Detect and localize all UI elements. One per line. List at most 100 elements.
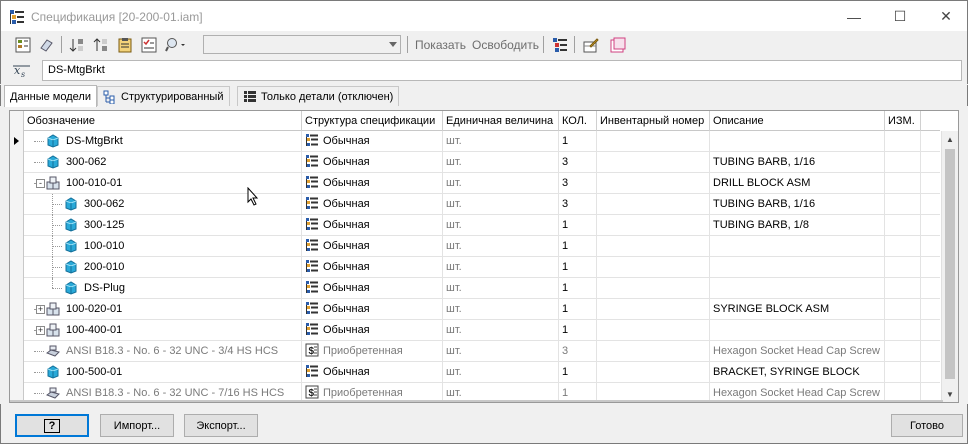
row-selector[interactable]	[10, 152, 24, 173]
unit-quantity-cell[interactable]: шт.	[443, 215, 559, 236]
description-cell[interactable]: Hexagon Socket Head Cap Screw	[710, 341, 885, 362]
vertical-scrollbar[interactable]: ▲ ▼	[941, 131, 958, 402]
bom-structure-cell[interactable]: Обычная	[302, 152, 443, 173]
description-cell[interactable]: DRILL BLOCK ASM	[710, 173, 885, 194]
column-header-description[interactable]: Описание	[710, 111, 885, 131]
description-cell[interactable]: TUBING BARB, 1/16	[710, 194, 885, 215]
bom-structure-cell[interactable]: Обычная	[302, 236, 443, 257]
part-number-cell[interactable]: 200-010	[24, 257, 302, 278]
qty-cell[interactable]: 1	[559, 362, 597, 383]
unit-quantity-cell[interactable]: шт.	[443, 173, 559, 194]
stock-number-cell[interactable]	[597, 257, 710, 278]
tab-structured[interactable]: Структурированный	[97, 86, 230, 106]
row-selector[interactable]	[10, 215, 24, 236]
table-row[interactable]: ANSI B18.3 - No. 6 - 32 UNC - 3/4 HS HCS…	[10, 341, 940, 362]
description-cell[interactable]	[710, 257, 885, 278]
release-button[interactable]: Освободить	[472, 38, 539, 52]
sort-descending-button[interactable]	[90, 34, 111, 55]
collapse-icon[interactable]: -	[36, 179, 45, 188]
export-table-button[interactable]	[549, 34, 570, 55]
stock-number-cell[interactable]	[597, 320, 710, 341]
revision-cell[interactable]	[885, 257, 921, 278]
sort-ascending-button[interactable]	[66, 34, 87, 55]
qty-cell[interactable]: 1	[559, 236, 597, 257]
column-header-part-number[interactable]: Обозначение	[24, 111, 302, 131]
scroll-down-arrow-icon[interactable]: ▼	[942, 386, 958, 402]
stock-number-cell[interactable]	[597, 173, 710, 194]
qty-cell[interactable]: 1	[559, 131, 597, 152]
stock-number-cell[interactable]	[597, 131, 710, 152]
row-selector[interactable]	[10, 257, 24, 278]
bom-structure-cell[interactable]: Обычная	[302, 173, 443, 194]
import-button[interactable]: Импорт...	[100, 414, 174, 437]
close-view-button[interactable]	[607, 34, 628, 55]
unit-quantity-cell[interactable]: шт.	[443, 320, 559, 341]
bom-structure-cell[interactable]: Обычная	[302, 257, 443, 278]
row-selector[interactable]	[10, 236, 24, 257]
item-renumber-button[interactable]	[114, 34, 135, 55]
row-selector[interactable]	[10, 194, 24, 215]
column-header-bom-structure[interactable]: Структура спецификации	[302, 111, 443, 131]
part-number-cell[interactable]: 300-062	[24, 194, 302, 215]
description-cell[interactable]: TUBING BARB, 1/16	[710, 152, 885, 173]
scroll-up-arrow-icon[interactable]: ▲	[942, 131, 958, 147]
revision-cell[interactable]	[885, 173, 921, 194]
bom-structure-cell[interactable]: Обычная	[302, 278, 443, 299]
part-number-cell[interactable]: - 100-010-01	[24, 173, 302, 194]
row-selector[interactable]	[10, 299, 24, 320]
table-row[interactable]: 200-010 Обычная шт. 1	[10, 257, 940, 278]
eraser-button[interactable]	[35, 34, 56, 55]
column-header-unit-quantity[interactable]: Единичная величина	[443, 111, 559, 131]
description-cell[interactable]: SYRINGE BLOCK ASM	[710, 299, 885, 320]
column-header-qty[interactable]: КОЛ.	[559, 111, 597, 131]
unit-quantity-cell[interactable]: шт.	[443, 194, 559, 215]
row-selector[interactable]	[10, 341, 24, 362]
revision-cell[interactable]	[885, 194, 921, 215]
horizontal-scrollbar[interactable]	[10, 400, 943, 402]
revision-cell[interactable]	[885, 236, 921, 257]
find-dropdown-button[interactable]	[162, 34, 190, 55]
edit-properties-button[interactable]	[580, 34, 601, 55]
qty-cell[interactable]: 1	[559, 299, 597, 320]
table-row[interactable]: +100-400-01 Обычная шт. 1	[10, 320, 940, 341]
bom-view-button[interactable]	[12, 34, 33, 55]
table-row[interactable]: DS-MtgBrkt Обычная шт. 1	[10, 131, 940, 152]
revision-cell[interactable]	[885, 152, 921, 173]
qty-cell[interactable]: 1	[559, 215, 597, 236]
part-number-cell[interactable]: 300-062	[24, 152, 302, 173]
row-selector[interactable]	[10, 173, 24, 194]
current-row-indicator-icon[interactable]	[10, 131, 24, 152]
part-number-cell[interactable]: DS-MtgBrkt	[24, 131, 302, 152]
help-button[interactable]: ?	[15, 414, 89, 437]
stock-number-cell[interactable]	[597, 362, 710, 383]
compare-button[interactable]	[138, 34, 159, 55]
scroll-thumb[interactable]	[945, 149, 955, 379]
qty-cell[interactable]: 3	[559, 152, 597, 173]
part-number-cell[interactable]: 100-010	[24, 236, 302, 257]
tab-model-data[interactable]: Данные модели	[4, 85, 97, 107]
stock-number-cell[interactable]	[597, 278, 710, 299]
part-number-cell[interactable]: DS-Plug	[24, 278, 302, 299]
table-row[interactable]: 300-062 Обычная шт. 3 TUBING BARB, 1/16	[10, 194, 940, 215]
bom-structure-cell[interactable]: Обычная	[302, 299, 443, 320]
qty-cell[interactable]: 3	[559, 173, 597, 194]
qty-cell[interactable]: 1	[559, 257, 597, 278]
stock-number-cell[interactable]	[597, 299, 710, 320]
bom-structure-cell[interactable]: Обычная	[302, 215, 443, 236]
qty-cell[interactable]: 3	[559, 194, 597, 215]
stock-number-cell[interactable]	[597, 152, 710, 173]
bom-structure-cell[interactable]: Обычная	[302, 131, 443, 152]
revision-cell[interactable]	[885, 320, 921, 341]
close-button[interactable]: ✕	[923, 1, 968, 32]
unit-quantity-cell[interactable]: шт.	[443, 236, 559, 257]
bom-structure-cell[interactable]: $ Приобретенная	[302, 341, 443, 362]
minimize-button[interactable]: —	[831, 1, 877, 32]
revision-cell[interactable]	[885, 299, 921, 320]
done-button[interactable]: Готово	[891, 414, 963, 437]
qty-cell[interactable]: 1	[559, 278, 597, 299]
row-selector[interactable]	[10, 320, 24, 341]
part-number-cell[interactable]: +100-020-01	[24, 299, 302, 320]
revision-cell[interactable]	[885, 215, 921, 236]
revision-cell[interactable]	[885, 362, 921, 383]
qty-cell[interactable]: 3	[559, 341, 597, 362]
